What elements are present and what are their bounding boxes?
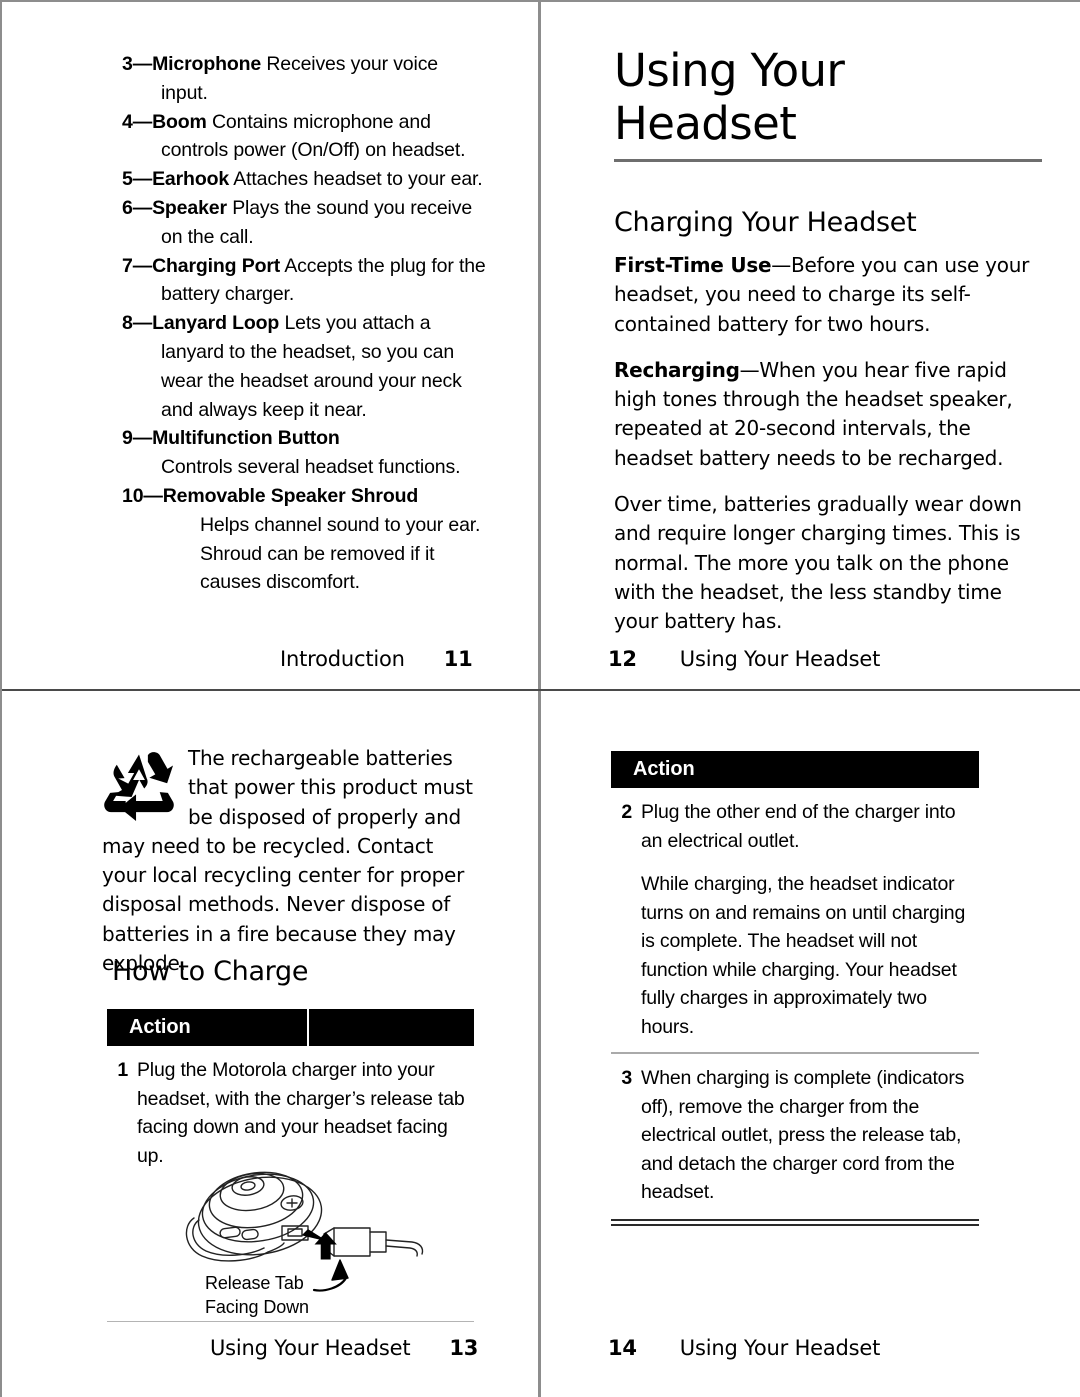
step-text: When charging is complete (indicators of…	[641, 1064, 979, 1207]
paragraph-lead: First-Time Use	[614, 253, 772, 277]
page-13: The rechargeable batteries that power th…	[2, 691, 538, 1397]
page-title: Using Your Headset	[614, 44, 1042, 150]
page-footer: 14 Using Your Headset	[608, 1336, 880, 1360]
callout-term: Lanyard Loop	[152, 312, 280, 335]
paragraph: Over time, batteries gradually wear down…	[614, 490, 1046, 636]
callout-dash: —	[132, 53, 153, 75]
table-header-row: Action	[107, 1009, 474, 1046]
callout-term: Removable Speaker Shroud	[162, 484, 419, 507]
callout-description: Attaches headset to your ear.	[233, 168, 483, 191]
paragraph: Recharging—When you hear five rapid high…	[614, 356, 1046, 473]
callout-item: 3—Microphone Receives your voice input.	[122, 50, 490, 108]
table-header-action: Action	[633, 758, 695, 780]
callout-number: 5	[122, 168, 133, 191]
callout-number: 10	[122, 484, 144, 507]
callout-item: 7—Charging Port Accepts the plug for the…	[122, 252, 490, 310]
callout-number: 8	[122, 312, 133, 335]
step-text: Plug the other end of the charger into a…	[641, 798, 979, 1041]
table-row: 3 When charging is complete (indicators …	[611, 1054, 979, 1207]
callout-list: 3—Microphone Receives your voice input. …	[122, 50, 490, 597]
battery-recycling-notice: The rechargeable batteries that power th…	[102, 744, 480, 978]
footer-section-label: Using Your Headset	[210, 1336, 411, 1360]
step-number: 2	[621, 801, 632, 823]
callout-term: Microphone	[152, 53, 262, 75]
footer-rule	[107, 1321, 474, 1322]
step-number: 3	[621, 1067, 632, 1089]
table-row: 2 Plug the other end of the charger into…	[611, 788, 979, 1041]
page-title-line-2: Headset	[614, 97, 797, 150]
page-footer: Using Your Headset 13	[210, 1336, 478, 1360]
footer-section-label: Using Your Headset	[679, 1336, 881, 1360]
callout-term: Charging Port	[152, 254, 281, 277]
page-12: Using Your Headset Charging Your Headset…	[541, 2, 1080, 689]
callout-item: 5—Earhook Attaches headset to your ear.	[122, 165, 490, 194]
section-heading: How to Charge	[112, 956, 309, 987]
paragraph-lead: Recharging	[614, 357, 740, 382]
callout-term: Earhook	[152, 168, 230, 191]
callout-dash: —	[143, 484, 163, 507]
page-title-block: Using Your Headset	[614, 44, 1042, 162]
callout-number: 4	[122, 110, 133, 133]
table-row: 1 Plug the Motorola charger into your he…	[107, 1046, 474, 1170]
callout-item: 4—Boom Contains microphone and controls …	[122, 108, 490, 166]
page-14: Action 2 Plug the other end of the charg…	[541, 691, 1080, 1397]
callout-description: Controls several headset functions.	[161, 456, 461, 479]
footer-page-number: 12	[608, 647, 637, 671]
callout-number: 9	[122, 427, 133, 450]
callout-term: Speaker	[152, 196, 227, 219]
paragraph: First-Time Use—Before you can use your h…	[614, 251, 1046, 339]
footer-page-number: 11	[443, 647, 473, 671]
step-paragraph: Plug the other end of the charger into a…	[641, 801, 956, 852]
callout-item: 9—Multifunction Button Controls several …	[122, 424, 490, 482]
page-11: 3—Microphone Receives your voice input. …	[2, 2, 538, 689]
step-number: 1	[117, 1059, 128, 1081]
table-header-row: Action	[611, 751, 979, 788]
how-to-charge-table: Action 1 Plug the Motorola charger into …	[107, 1009, 474, 1170]
step-paragraph: While charging, the headset indicator tu…	[641, 873, 966, 1038]
callout-dash: —	[132, 312, 153, 335]
callout-item: 10—Removable Speaker Shroud Helps channe…	[122, 482, 490, 597]
section-heading: Charging Your Headset	[614, 207, 917, 238]
callout-dash: —	[132, 427, 153, 450]
section-body: First-Time Use—Before you can use your h…	[614, 251, 1046, 654]
footer-section-label: Using Your Headset	[679, 647, 881, 671]
page-footer: Introduction 11	[280, 647, 473, 671]
figure-caption: Release Tab Facing Down	[205, 1271, 365, 1319]
step-paragraph: Plug the Motorola charger into your head…	[137, 1059, 465, 1167]
paragraph-dash: —	[739, 357, 760, 382]
callout-item: 8—Lanyard Loop Lets you attach a lanyard…	[122, 309, 490, 424]
callout-number: 6	[122, 196, 133, 219]
page-title-line-1: Using Your	[614, 44, 845, 97]
step-paragraph: When charging is complete (indicators of…	[641, 1067, 965, 1203]
callout-term: Multifunction Button	[152, 427, 340, 450]
table-header-spacer	[307, 1009, 474, 1046]
charging-steps-table: Action 2 Plug the other end of the charg…	[611, 751, 979, 1226]
footer-section-label: Introduction	[280, 647, 405, 671]
callout-number: 7	[122, 254, 133, 277]
callout-item: 6—Speaker Plays the sound you receive on…	[122, 194, 490, 252]
manual-spread: 3—Microphone Receives your voice input. …	[0, 0, 1080, 1397]
paragraph-text: Over time, batteries gradually wear down…	[614, 492, 1022, 634]
table-header-action: Action	[129, 1016, 191, 1038]
paragraph-dash: —	[771, 253, 792, 277]
callout-number: 3	[122, 53, 133, 75]
title-underline-rule	[614, 159, 1042, 162]
callout-term: Boom	[152, 110, 207, 133]
callout-description: Helps channel sound to your ear. Shroud …	[200, 513, 481, 594]
step-text: Plug the Motorola charger into your head…	[137, 1056, 474, 1170]
footer-page-number: 14	[608, 1336, 637, 1360]
figure-caption-line-2: Facing Down	[205, 1297, 309, 1317]
callout-dash: —	[132, 196, 153, 219]
page-footer: 12 Using Your Headset	[608, 647, 880, 671]
callout-dash: —	[132, 168, 153, 191]
table-closing-rule	[611, 1218, 979, 1226]
figure-caption-line-1: Release Tab	[205, 1273, 304, 1293]
callout-description: Contains microphone and controls power (…	[161, 110, 466, 162]
callout-dash: —	[132, 254, 153, 277]
callout-dash: —	[132, 110, 153, 133]
recycle-icon	[104, 752, 174, 822]
footer-page-number: 13	[449, 1336, 479, 1360]
